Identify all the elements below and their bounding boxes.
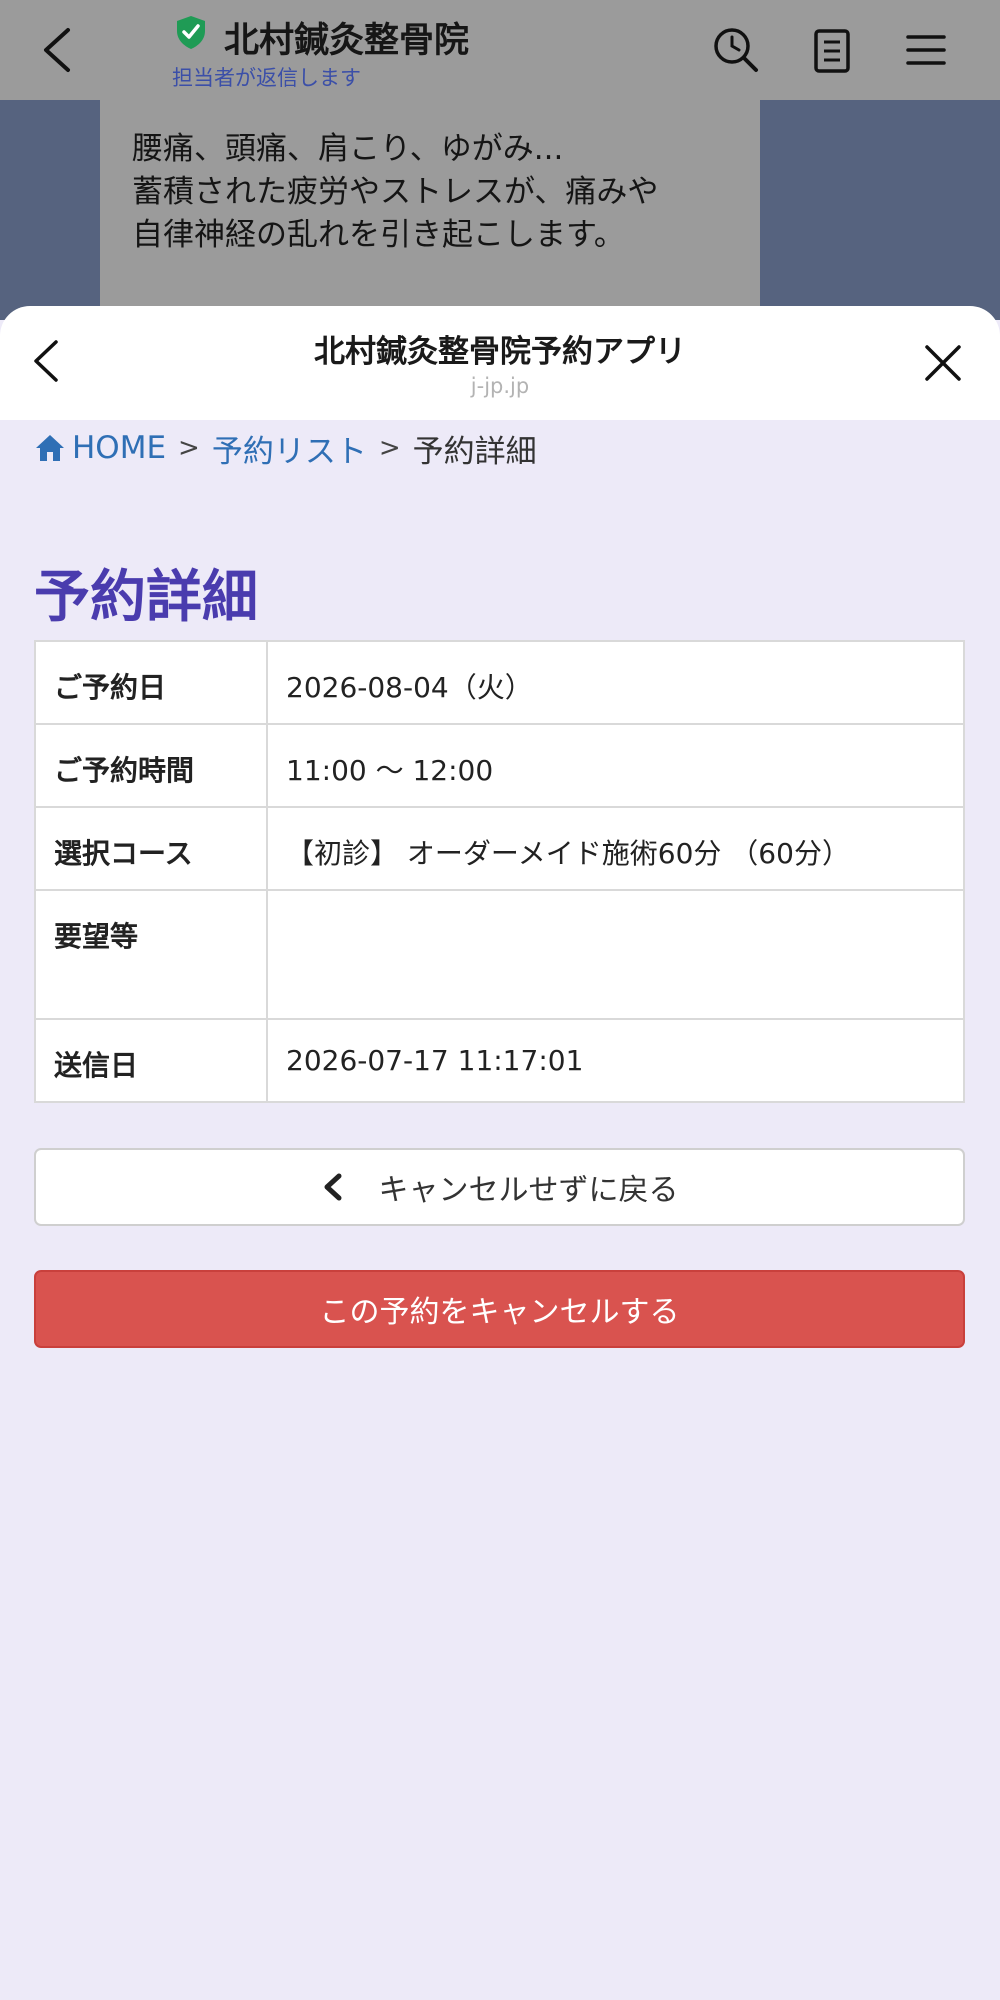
breadcrumb-current: 予約詳細: [412, 433, 537, 470]
back-without-cancel-button[interactable]: キャンセルせずに戻る: [34, 1148, 965, 1226]
cancel-reservation-button[interactable]: この予約をキャンセルする: [34, 1270, 965, 1348]
page-title: 予約詳細: [34, 565, 258, 630]
detail-label: ご予約日: [34, 640, 268, 725]
detail-label: 選択コース: [34, 806, 268, 891]
breadcrumb-separator: >: [378, 433, 401, 463]
hamburger-menu-icon[interactable]: [898, 22, 954, 78]
detail-label: 要望等: [34, 889, 268, 1020]
detail-value: 11:00 〜 12:00: [266, 723, 965, 808]
app-domain: j-jp.jp: [470, 374, 530, 398]
breadcrumb-home-link[interactable]: HOME: [72, 430, 166, 466]
detail-value: 2026-07-17 11:17:01: [266, 1018, 965, 1103]
back-button-label: キャンセルせずに戻る: [378, 1173, 679, 1208]
chat-message-line: 腰痛、頭痛、肩こり、ゆがみ...: [132, 131, 564, 167]
home-icon[interactable]: [34, 432, 66, 464]
chat-message-line: 蓄積された疲労やストレスが、痛みや: [132, 174, 659, 210]
detail-label: 送信日: [34, 1018, 268, 1103]
table-row: 要望等: [34, 889, 965, 1020]
cancel-button-label: この予約をキャンセルする: [319, 1295, 680, 1330]
chat-message-bubble: 腰痛、頭痛、肩こり、ゆがみ... 蓄積された疲労やストレスが、痛みや 自律神経の…: [100, 100, 760, 320]
app-title: 北村鍼灸整骨院予約アプリ: [314, 334, 686, 370]
chat-title: 北村鍼灸整骨院: [224, 21, 470, 61]
detail-value: [266, 889, 965, 1020]
shield-check-icon: [177, 16, 205, 49]
chevron-left-icon[interactable]: [36, 22, 86, 78]
detail-label: ご予約時間: [34, 723, 268, 808]
table-row: 送信日 2026-07-17 11:17:01: [34, 1018, 965, 1103]
breadcrumb-separator: >: [178, 433, 200, 463]
breadcrumb: HOME > 予約リスト > 予約詳細: [34, 426, 537, 470]
chat-message-line: 自律神経の乱れを引き起こします。: [132, 217, 625, 253]
search-clock-icon[interactable]: [708, 22, 764, 78]
table-row: 選択コース 【初診】 オーダーメイド施術60分 （60分）: [34, 806, 965, 891]
chat-subtitle: 担当者が返信します: [172, 66, 361, 90]
close-icon[interactable]: [922, 342, 964, 384]
reservation-details-table: ご予約日 2026-08-04（火） ご予約時間 11:00 〜 12:00 選…: [34, 640, 965, 1103]
app-sheet-header: 北村鍼灸整骨院予約アプリ j-jp.jp: [0, 306, 1000, 420]
notes-icon[interactable]: [804, 22, 860, 78]
table-row: ご予約時間 11:00 〜 12:00: [34, 723, 965, 808]
table-row: ご予約日 2026-08-04（火）: [34, 640, 965, 725]
chat-header: 北村鍼灸整骨院 担当者が返信します: [0, 0, 1000, 100]
chevron-left-icon: [324, 1173, 341, 1201]
detail-value: 2026-08-04（火）: [266, 640, 965, 725]
detail-value: 【初診】 オーダーメイド施術60分 （60分）: [266, 806, 965, 891]
breadcrumb-list-link[interactable]: 予約リスト: [212, 426, 367, 471]
